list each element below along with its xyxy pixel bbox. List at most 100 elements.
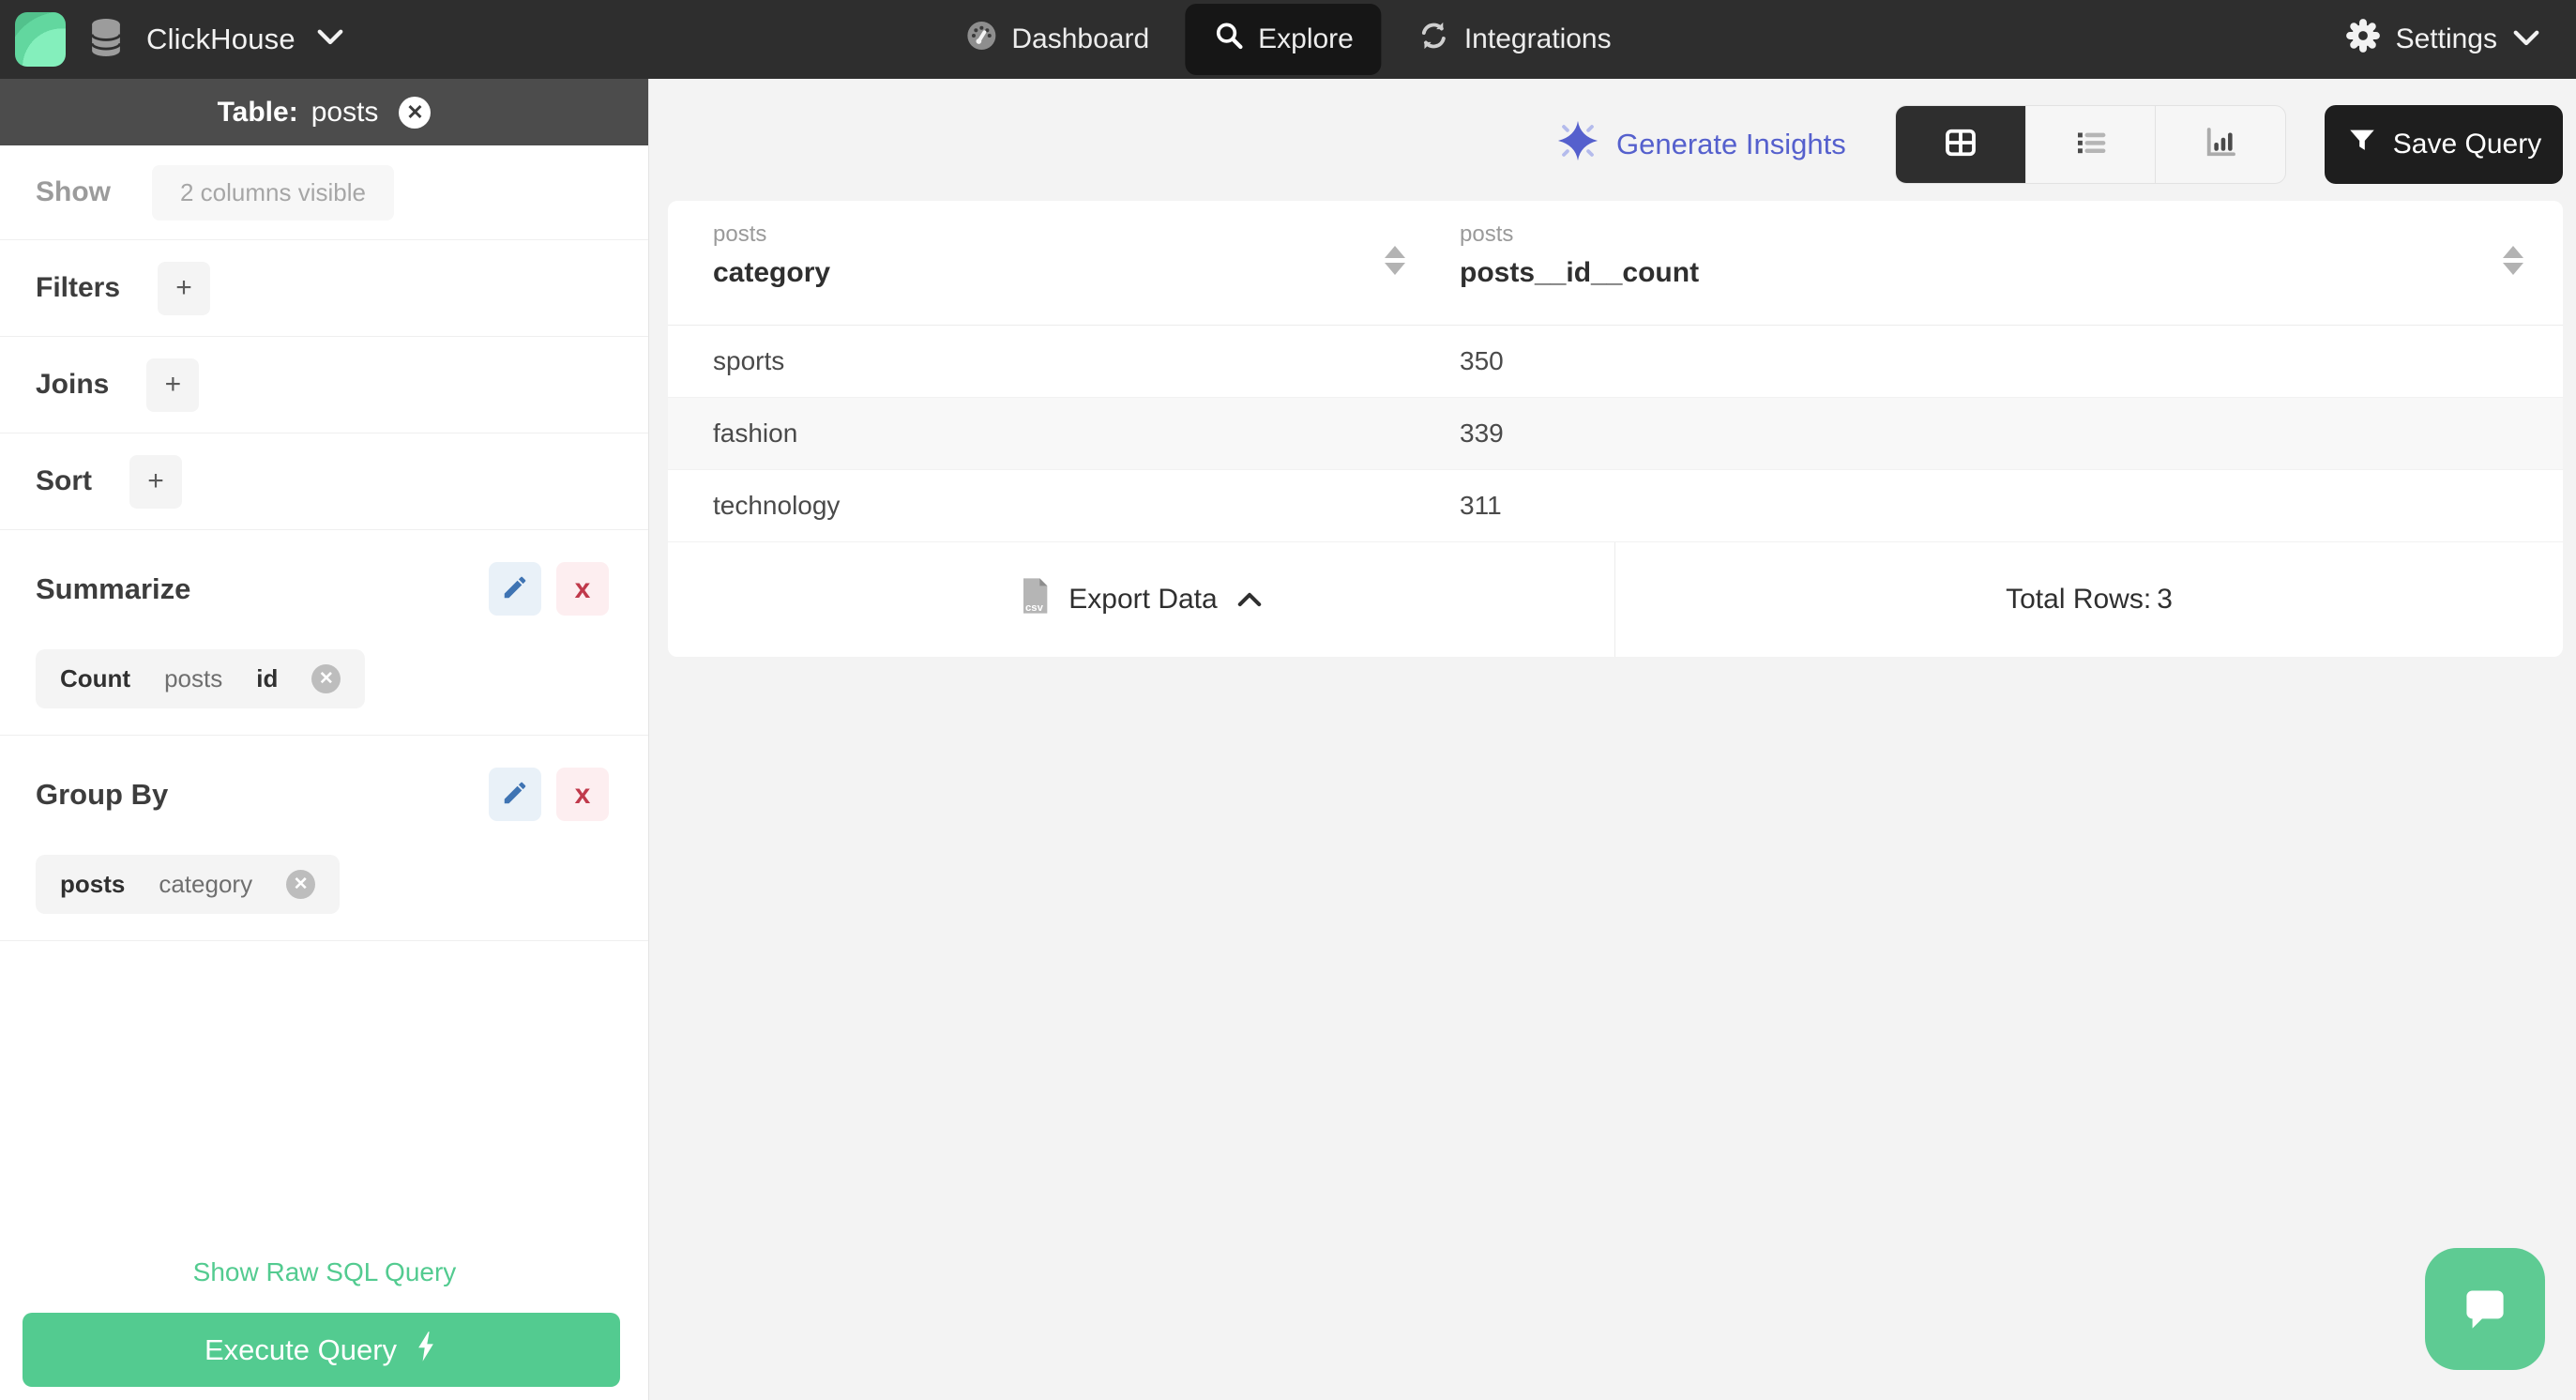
pencil-icon	[501, 573, 529, 604]
svg-text:csv: csv	[1025, 602, 1044, 614]
show-label: Show	[36, 176, 111, 207]
chevron-down-icon	[2512, 23, 2540, 55]
results-table-footer: csv Export Data Total Rows: 3	[668, 542, 2563, 657]
settings-menu[interactable]: Settings	[2345, 18, 2540, 61]
edit-summarize-button[interactable]	[489, 562, 541, 616]
table-row[interactable]: sports 350	[668, 326, 2563, 398]
pencil-icon	[501, 779, 529, 810]
nav-item-explore[interactable]: Explore	[1185, 4, 1382, 75]
brand-name: ClickHouse	[146, 23, 295, 55]
table-view-button[interactable]	[1896, 106, 2026, 183]
close-table-button[interactable]: ✕	[399, 96, 432, 129]
column-header-category[interactable]: posts category	[668, 201, 1460, 325]
nav-item-dashboard[interactable]: Dashboard	[942, 4, 1172, 75]
database-icon	[86, 16, 126, 64]
nav-item-label: Dashboard	[1011, 23, 1150, 54]
joins-label: Joins	[36, 369, 110, 400]
chip-column: id	[256, 664, 279, 692]
lightning-bolt-icon	[414, 1331, 438, 1370]
generate-insights-button[interactable]: Generate Insights	[1556, 120, 1846, 169]
x-icon: x	[574, 778, 591, 810]
table-row[interactable]: technology 311	[668, 470, 2563, 542]
sort-icon[interactable]	[1385, 246, 1405, 275]
chip-table: posts	[60, 870, 126, 898]
summarize-chip: Count posts id ✕	[36, 649, 366, 708]
csv-file-icon: csv	[1020, 577, 1050, 622]
chart-view-button[interactable]	[2156, 106, 2285, 183]
remove-group-by-chip-button[interactable]: ✕	[286, 870, 316, 899]
add-sort-button[interactable]: +	[129, 454, 182, 509]
list-view-icon	[2071, 123, 2111, 167]
total-rows: Total Rows: 3	[1615, 542, 2563, 657]
add-filter-button[interactable]: +	[158, 261, 211, 315]
chip-table: posts	[164, 664, 223, 692]
chat-bubble-icon	[2454, 1277, 2516, 1342]
column-group: posts	[713, 221, 767, 247]
execute-query-button[interactable]: Execute Query	[23, 1313, 620, 1387]
brand[interactable]: ClickHouse	[15, 12, 344, 67]
chat-launcher-button[interactable]	[2425, 1248, 2545, 1370]
chip-column: category	[159, 870, 253, 898]
generate-insights-label: Generate Insights	[1616, 128, 1846, 160]
chevron-down-icon	[316, 28, 344, 52]
primary-nav: Dashboard Explore Integrations	[942, 4, 1633, 75]
table-view-icon	[1941, 123, 1980, 167]
funnel-icon	[2346, 125, 2378, 164]
column-header-posts-id-count[interactable]: posts posts__id__count	[1460, 201, 2563, 325]
column-name: posts__id__count	[1460, 257, 1700, 288]
gauge-icon	[964, 19, 998, 60]
results-table-header: posts category posts posts__id__count	[668, 201, 2563, 326]
nav-item-label: Integrations	[1463, 23, 1612, 54]
column-group: posts	[1460, 221, 1514, 247]
export-data-label: Export Data	[1068, 584, 1218, 615]
app-logo	[15, 12, 66, 67]
close-icon: ✕	[406, 99, 424, 124]
x-icon: x	[574, 572, 591, 604]
app-root: ClickHouse Dashboard Explore Integration…	[0, 0, 2576, 1400]
cell-category: technology	[713, 491, 841, 520]
remove-summarize-chip-button[interactable]: ✕	[311, 664, 341, 693]
edit-group-by-button[interactable]	[489, 768, 541, 821]
table-name: posts	[311, 96, 379, 128]
show-section: Show 2 columns visible	[0, 145, 648, 240]
sync-icon	[1417, 19, 1451, 60]
view-mode-switcher	[1895, 105, 2286, 184]
list-view-button[interactable]	[2026, 106, 2157, 183]
sort-icon[interactable]	[2503, 246, 2523, 275]
gear-icon	[2345, 18, 2381, 61]
settings-label: Settings	[2395, 23, 2497, 54]
columns-visible-button[interactable]: 2 columns visible	[152, 164, 394, 221]
delete-group-by-button[interactable]: x	[556, 768, 609, 821]
sort-label: Sort	[36, 465, 92, 496]
close-icon: ✕	[318, 669, 334, 689]
group-by-chip: posts category ✕	[36, 855, 341, 914]
total-rows-label: Total Rows:	[2006, 584, 2152, 615]
search-icon	[1213, 20, 1245, 59]
column-name: category	[713, 257, 831, 288]
total-rows-value: 3	[2157, 584, 2173, 615]
save-query-label: Save Query	[2392, 129, 2542, 160]
summarize-section: Summarize x Count posts id ✕	[0, 530, 648, 736]
nav-item-integrations[interactable]: Integrations	[1395, 4, 1634, 75]
delete-summarize-button[interactable]: x	[556, 562, 609, 616]
cell-count: 350	[1460, 346, 1504, 375]
show-raw-sql-link[interactable]: Show Raw SQL Query	[0, 1257, 649, 1287]
table-label: Table:	[217, 96, 298, 128]
add-join-button[interactable]: +	[146, 358, 200, 412]
group-by-section: Group By x posts category ✕	[0, 736, 648, 941]
filters-label: Filters	[36, 272, 121, 303]
query-builder-sidebar: Table: posts ✕ Show 2 columns visible Fi…	[0, 79, 649, 1400]
group-by-label: Group By	[36, 777, 169, 811]
summarize-label: Summarize	[36, 571, 191, 605]
save-query-button[interactable]: Save Query	[2325, 105, 2563, 184]
export-data-button[interactable]: csv Export Data	[668, 542, 1615, 657]
joins-section: Joins +	[0, 337, 648, 434]
results-table-card: posts category posts posts__id__count sp…	[668, 201, 2563, 657]
filters-section: Filters +	[0, 240, 648, 337]
close-icon: ✕	[293, 875, 309, 894]
execute-query-label: Execute Query	[204, 1332, 398, 1366]
bar-chart-icon	[2201, 123, 2240, 167]
table-header-bar: Table: posts ✕	[0, 79, 648, 145]
table-row[interactable]: fashion 339	[668, 398, 2563, 470]
sparkle-icon	[1556, 119, 1599, 170]
